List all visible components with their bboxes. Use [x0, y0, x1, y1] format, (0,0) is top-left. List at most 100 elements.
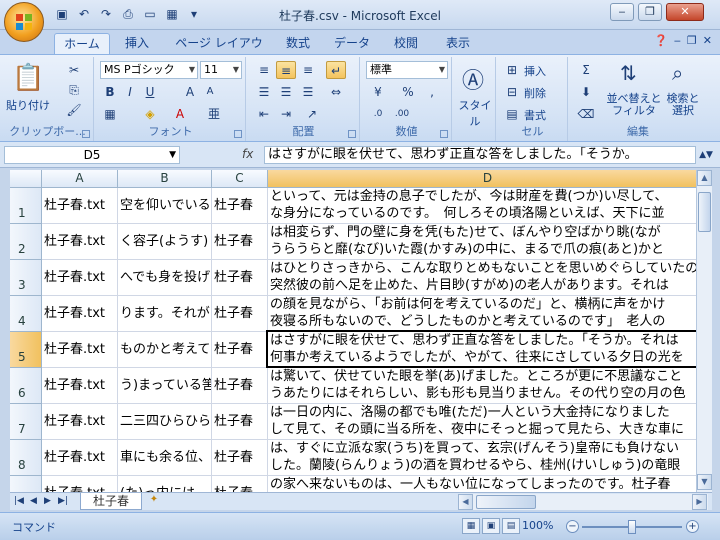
font-launcher-icon[interactable]	[234, 130, 242, 138]
format-painter-icon[interactable]: 🖌	[64, 101, 84, 119]
cell-d[interactable]: は驚いて、伏せていた眼を挙(あ)げました。ところが更に不思議なこと うあたりにはそ…	[268, 368, 696, 404]
tab-home[interactable]: ホーム	[54, 33, 110, 54]
row-header[interactable]: 8	[10, 440, 42, 476]
insert-cells-button[interactable]: 挿入	[524, 63, 546, 79]
cell-d[interactable]: の顔を見ながら、「お前は何を考えているのだ」と、横柄に声をかけ 夜寝る所もないので…	[268, 296, 696, 332]
row-header[interactable]: 1	[10, 188, 42, 224]
row-header[interactable]: 7	[10, 404, 42, 440]
minimize-button[interactable]: ‒	[610, 3, 634, 21]
cell-d[interactable]: の家へ来ないものは、一人もない位になってしまったのです。杜子春	[268, 476, 696, 492]
bold-button[interactable]: B	[100, 83, 120, 101]
cell-c[interactable]: 杜子春	[212, 188, 268, 224]
row-header[interactable]: 2	[10, 224, 42, 260]
increase-decimal-icon[interactable]: .0	[368, 105, 388, 123]
help-icon[interactable]: ❓	[654, 34, 668, 47]
ribbon-restore-icon[interactable]: ❐	[687, 34, 697, 47]
column-header-b[interactable]: B	[118, 170, 212, 188]
office-button[interactable]	[4, 2, 44, 42]
zoom-in-icon[interactable]: +	[686, 520, 699, 533]
font-color-icon[interactable]: A	[170, 105, 190, 123]
find-select-button[interactable]: 検索と 選択	[662, 93, 704, 117]
wrap-text-icon[interactable]: ↵	[326, 61, 346, 79]
row-header[interactable]: 6	[10, 368, 42, 404]
insert-cells-icon[interactable]: ⊞	[502, 61, 522, 79]
ribbon-minimize-icon[interactable]: ‒	[674, 34, 681, 47]
percent-icon[interactable]: %	[398, 83, 418, 101]
cell-a[interactable]: 杜子春.txt	[42, 440, 118, 476]
cell-b[interactable]: う)まっている筈	[118, 368, 212, 404]
page-break-view-icon[interactable]: ▤	[502, 518, 520, 534]
cell-c[interactable]: 杜子春	[212, 332, 268, 368]
shrink-font-icon[interactable]: A	[200, 83, 220, 101]
phonetic-icon[interactable]: 亜	[204, 105, 224, 123]
format-cells-icon[interactable]: ▤	[502, 105, 522, 123]
column-header-c[interactable]: C	[212, 170, 268, 188]
zoom-out-icon[interactable]: −	[566, 520, 579, 533]
cell-d[interactable]: は、すぐに立派な家(うち)を買って、玄宗(げんそう)皇帝にも負けない した。蘭陵(…	[268, 440, 696, 476]
vertical-scroll-thumb[interactable]	[698, 192, 711, 232]
align-right-icon[interactable]: ☰	[298, 83, 318, 101]
font-name-select[interactable]: MS Pゴシック ▼	[100, 61, 198, 79]
merge-center-icon[interactable]: ⇔	[326, 83, 346, 101]
name-box[interactable]: D5 ▼	[4, 146, 180, 164]
cut-icon[interactable]: ✂	[64, 61, 84, 79]
scroll-left-icon[interactable]: ◀	[458, 494, 473, 510]
zoom-slider[interactable]: − +	[566, 519, 702, 535]
cell-d[interactable]: といって、元は金持の息子でしたが、今は財産を費(つか)い尽して、 な身分になってい…	[268, 188, 696, 224]
tab-view[interactable]: 表示	[438, 33, 478, 54]
cell-a[interactable]: 杜子春.txt	[42, 260, 118, 296]
last-sheet-icon[interactable]: ▶|	[58, 496, 68, 506]
decrease-decimal-icon[interactable]: .00	[392, 105, 412, 123]
horizontal-scroll-thumb[interactable]	[476, 495, 536, 509]
scroll-right-icon[interactable]: ▶	[692, 494, 707, 510]
orientation-icon[interactable]: ↗	[302, 105, 322, 123]
column-header-d[interactable]: D	[268, 170, 696, 188]
sort-filter-button[interactable]: 並べ替えと フィルタ	[606, 93, 662, 117]
cell-c[interactable]: 杜子春	[212, 260, 268, 296]
delete-cells-icon[interactable]: ⊟	[502, 83, 522, 101]
fill-color-icon[interactable]: ◈	[140, 105, 160, 123]
borders-icon[interactable]: ▦	[100, 105, 120, 123]
row-header[interactable]: 5	[10, 332, 42, 368]
underline-button[interactable]: U	[140, 83, 160, 101]
paste-icon[interactable]: 📋	[12, 63, 44, 93]
vertical-scrollbar[interactable]: ▲ ▼	[696, 170, 712, 492]
increase-indent-icon[interactable]: ⇥	[276, 105, 296, 123]
autosum-icon[interactable]: Σ	[576, 61, 596, 79]
cell-b[interactable]: へでも身を投げ	[118, 260, 212, 296]
insert-function-button[interactable]: fx	[242, 147, 253, 161]
grow-font-icon[interactable]: A	[180, 83, 200, 101]
cell-b[interactable]: (た)っ内には	[118, 476, 212, 492]
align-middle-icon[interactable]: ≡	[276, 61, 296, 79]
decrease-indent-icon[interactable]: ⇤	[254, 105, 274, 123]
tab-insert[interactable]: 挿入	[114, 33, 160, 54]
cell-a[interactable]: 杜子春.txt	[42, 296, 118, 332]
copy-icon[interactable]: ⎘	[64, 81, 84, 99]
normal-view-icon[interactable]: ▦	[462, 518, 480, 534]
cell-b[interactable]: 車にも余る位、	[118, 440, 212, 476]
cell-a[interactable]: 杜子春.txt	[42, 224, 118, 260]
tab-formulas[interactable]: 数式	[278, 33, 318, 54]
cell-c[interactable]: 杜子春	[212, 296, 268, 332]
cell-a[interactable]: 杜子春.txt	[42, 404, 118, 440]
number-format-select[interactable]: 標準 ▼	[366, 61, 448, 79]
cell-b[interactable]: ものかと考えて	[118, 332, 212, 368]
cell-b[interactable]: ります。それが	[118, 296, 212, 332]
row-header[interactable]: 4	[10, 296, 42, 332]
row-header[interactable]: 3	[10, 260, 42, 296]
delete-cells-button[interactable]: 削除	[524, 85, 546, 101]
tab-data[interactable]: データ	[330, 33, 374, 54]
comma-style-icon[interactable]: ,	[422, 83, 442, 101]
cell-a[interactable]: 杜子春.txt	[42, 188, 118, 224]
prev-sheet-icon[interactable]: ◀	[30, 496, 37, 506]
close-button[interactable]: ✕	[666, 3, 704, 21]
sort-filter-icon[interactable]: ⇅	[620, 61, 637, 85]
cell-b[interactable]: 空を仰いでいる	[118, 188, 212, 224]
italic-button[interactable]: I	[120, 83, 140, 101]
cell-d[interactable]: はさすがに眼を伏せて、思わず正直な答をしました。「そうか。それは 何事か考えている…	[268, 332, 696, 368]
cell-c[interactable]: 杜子春	[212, 440, 268, 476]
cell-d[interactable]: は相変らず、門の壁に身を凭(もた)せて、ぼんやり空ばかり眺(なが うらうらと靡(な…	[268, 224, 696, 260]
cell-d[interactable]: はひとりさっきから、こんな取りとめもないことを思いめぐらしていたので 突然彼の前へ…	[268, 260, 696, 296]
clipboard-launcher-icon[interactable]	[82, 130, 90, 138]
cell-a[interactable]: 杜子春.txt	[42, 368, 118, 404]
